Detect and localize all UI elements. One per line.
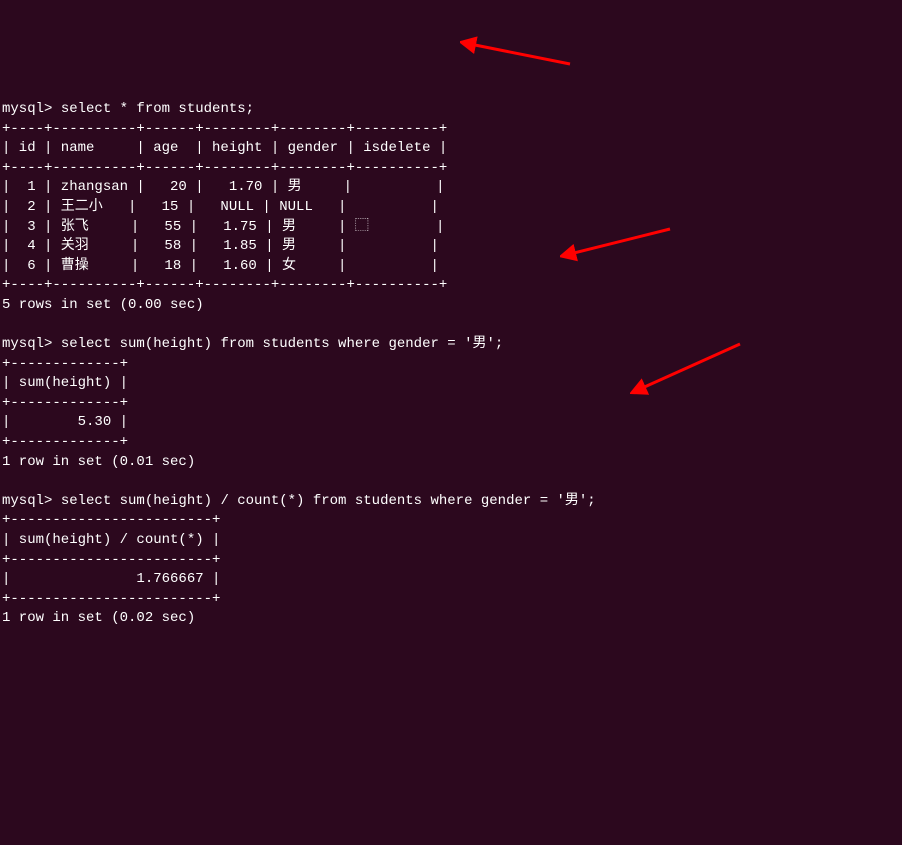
table-row: | 3 | 张飞 | 55 | 1.75 | 男 | ⬚ | (2, 219, 444, 235)
table-border: +----+----------+------+--------+-------… (2, 160, 447, 176)
sql-query-2: select sum(height) from students where g… (61, 336, 503, 352)
table-border: +------------------------+ (2, 512, 220, 528)
terminal-output: mysql> select * from students; +----+---… (2, 80, 900, 629)
table-row: | 2 | 王二小 | 15 | NULL | NULL | | (2, 199, 439, 215)
table-border: +-------------+ (2, 434, 128, 450)
result-status: 5 rows in set (0.00 sec) (2, 297, 204, 313)
table-row: | 4 | 关羽 | 58 | 1.85 | 男 | | (2, 238, 439, 254)
table-border: +------------------------+ (2, 591, 220, 607)
table-border: +-------------+ (2, 356, 128, 372)
table-row: | 1.766667 | (2, 571, 220, 587)
mysql-prompt[interactable]: mysql> (2, 101, 61, 117)
table-header-row: | sum(height) / count(*) | (2, 532, 220, 548)
sql-query-3: select sum(height) / count(*) from stude… (61, 493, 596, 509)
table-header-row: | id | name | age | height | gender | is… (2, 140, 447, 156)
table-row: | 1 | zhangsan | 20 | 1.70 | 男 | | (2, 179, 444, 195)
table-row: | 6 | 曹操 | 18 | 1.60 | 女 | | (2, 258, 439, 274)
result-status: 1 row in set (0.02 sec) (2, 610, 195, 626)
table-header-row: | sum(height) | (2, 375, 128, 391)
mysql-prompt[interactable]: mysql> (2, 336, 61, 352)
table-border: +------------------------+ (2, 552, 220, 568)
table-row: | 5.30 | (2, 414, 128, 430)
result-status: 1 row in set (0.01 sec) (2, 454, 195, 470)
table-border: +-------------+ (2, 395, 128, 411)
table-border: +----+----------+------+--------+-------… (2, 121, 447, 137)
mysql-prompt[interactable]: mysql> (2, 493, 61, 509)
table-border: +----+----------+------+--------+-------… (2, 277, 447, 293)
sql-query-1: select * from students; (61, 101, 254, 117)
